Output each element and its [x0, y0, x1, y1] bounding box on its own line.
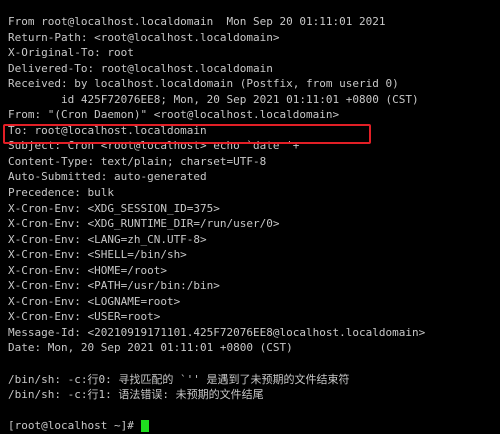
cron-env-line: X-Cron-Env: <XDG_SESSION_ID=375>: [8, 201, 220, 215]
received-line: Received: by localhost.localdomain (Post…: [8, 77, 399, 91]
subject-highlight-box: [3, 124, 371, 144]
cron-env-line: X-Cron-Env: <HOME=/root>: [8, 263, 167, 277]
x-original-to-line: X-Original-To: root: [8, 46, 134, 60]
auto-submitted-line: Auto-Submitted: auto-generated: [8, 170, 207, 184]
return-path-line: Return-Path: <root@localhost.localdomain…: [8, 30, 280, 44]
delivered-to-line: Delivered-To: root@localhost.localdomain: [8, 61, 273, 75]
error-line: /bin/sh: -c:行0: 寻找匹配的 `'' 是遇到了未预期的文件结束符: [8, 372, 350, 386]
terminal-window[interactable]: From root@localhost.localdomain Mon Sep …: [0, 0, 500, 432]
date-line: Date: Mon, 20 Sep 2021 01:11:01 +0800 (C…: [8, 341, 293, 355]
shell-prompt: [root@localhost ~]#: [8, 419, 141, 433]
from-line: From: "(Cron Daemon)" <root@localhost.lo…: [8, 108, 340, 122]
cron-env-line: X-Cron-Env: <XDG_RUNTIME_DIR=/run/user/0…: [8, 217, 280, 231]
cron-env-line: X-Cron-Env: <LANG=zh_CN.UTF-8>: [8, 232, 207, 246]
precedence-line: Precedence: bulk: [8, 186, 114, 200]
mail-header-from-line: From root@localhost.localdomain Mon Sep …: [8, 15, 386, 28]
content-type-line: Content-Type: text/plain; charset=UTF-8: [8, 154, 267, 168]
cron-env-line: X-Cron-Env: <SHELL=/bin/sh>: [8, 248, 187, 262]
received-id-line: id 425F72076EE8; Mon, 20 Sep 2021 01:11:…: [8, 92, 419, 106]
error-line: /bin/sh: -c:行1: 语法错误: 未预期的文件结尾: [8, 388, 264, 402]
shell-prompt-line[interactable]: [root@localhost ~]#: [8, 418, 500, 434]
message-id-line: Message-Id: <20210919171101.425F72076EE8…: [8, 325, 426, 339]
cron-env-line: X-Cron-Env: <PATH=/usr/bin:/bin>: [8, 279, 220, 293]
cron-env-line: X-Cron-Env: <LOGNAME=root>: [8, 294, 181, 308]
text-cursor: [141, 419, 150, 432]
cron-env-line: X-Cron-Env: <USER=root>: [8, 310, 161, 324]
